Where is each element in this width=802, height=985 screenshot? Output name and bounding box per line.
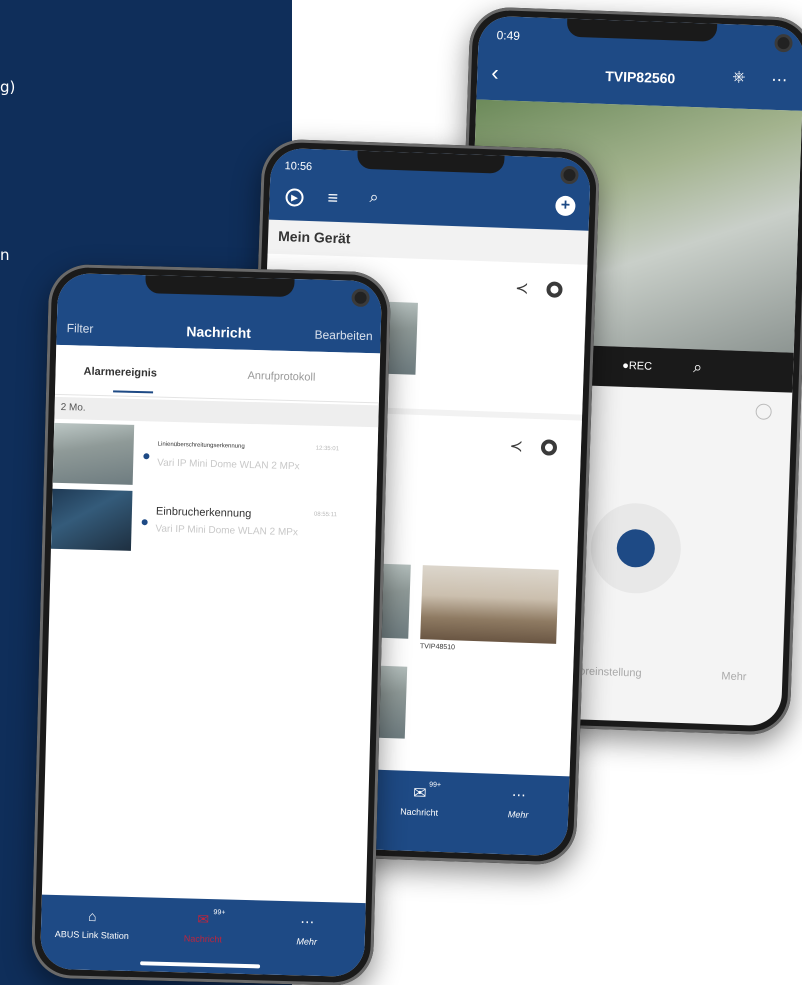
event-thumbnail[interactable] — [50, 488, 133, 551]
more-dots-icon: ⋯ — [511, 786, 527, 803]
edit-button[interactable]: Bearbeiten — [314, 328, 372, 344]
active-tab-indicator — [113, 390, 154, 394]
unread-dot — [143, 453, 150, 460]
close-circle-icon[interactable] — [755, 403, 772, 420]
zoom-search-icon[interactable]: ⌕ — [693, 359, 703, 377]
event-device: Vari IP Mini Dome WLAN 2 MPx — [155, 523, 299, 539]
tab-alarmereignis[interactable]: Alarmereignis — [83, 366, 157, 380]
notification-item[interactable]: Einbrucherkennung 08:55:11 Vari IP Mini … — [50, 486, 377, 560]
nav-label: Nachricht — [399, 806, 439, 818]
nav-mehr[interactable]: ⋯ Mehr — [498, 786, 539, 820]
settings-gear-icon[interactable] — [540, 439, 558, 456]
camera-title: TVIP82560 — [604, 67, 676, 87]
record-button[interactable]: ●REC — [622, 360, 652, 373]
nav-nachricht[interactable]: ✉ 99+ Nachricht — [173, 909, 234, 945]
tab-voreinstellung[interactable]: Voreinstellung — [572, 665, 641, 679]
event-device: Vari IP Mini Dome WLAN 2 MPx — [157, 457, 300, 473]
tab-anrufprotokoll[interactable]: Anrufprotokoll — [247, 370, 315, 384]
add-device-icon[interactable]: + — [555, 195, 576, 217]
camera-thumbnail[interactable] — [420, 565, 559, 644]
list-icon[interactable]: ≡ — [327, 188, 338, 209]
event-time: 08:55:11 — [313, 511, 337, 519]
nav-mehr[interactable]: ⋯ Mehr — [287, 913, 328, 947]
home-indicator — [140, 961, 261, 969]
search-icon[interactable]: ⌕ — [369, 189, 379, 207]
device-name-label: TVIP48510 — [419, 643, 456, 652]
nav-label: Mehr — [296, 936, 318, 947]
background-text-fragment: g) — [0, 78, 16, 96]
settings-gear-icon[interactable] — [546, 281, 563, 298]
phone-front-screen: Filter Nachricht Bearbeiten Alarmereigni… — [39, 272, 383, 978]
ptz-icon[interactable]: ⎈ — [732, 68, 745, 86]
status-time: 10:56 — [284, 160, 313, 174]
tab-bar: Alarmereignis Anrufprotokoll — [54, 344, 381, 404]
nav-label: Nachricht — [183, 933, 222, 945]
phone-front: Filter Nachricht Bearbeiten Alarmereigni… — [30, 263, 392, 985]
event-thumbnail[interactable] — [52, 422, 135, 485]
ptz-joystick[interactable] — [589, 501, 683, 595]
home-icon: ⌂ — [87, 907, 97, 925]
joystick-knob[interactable] — [616, 528, 656, 568]
section-title: Mein Gerät — [277, 227, 351, 247]
event-time: 12:35:01 — [315, 445, 340, 453]
background-text-fragment: n — [0, 246, 10, 264]
share-icon[interactable]: ≺ — [509, 436, 523, 456]
badge-count: 99+ — [213, 909, 226, 917]
more-dots-icon: ⋯ — [300, 913, 315, 930]
more-dots-icon[interactable]: ⋯ — [771, 70, 788, 91]
playback-icon[interactable]: ▶ — [285, 188, 304, 207]
notification-item[interactable]: Linienüberschreitungserkennung 12:35:01 … — [52, 420, 379, 494]
event-title: Linienüberschreitungserkennung — [157, 441, 245, 450]
tab-mehr[interactable]: Mehr — [721, 670, 746, 683]
nav-label: ABUS Link Station — [54, 929, 129, 941]
badge-count: 99+ — [429, 781, 442, 789]
nav-link-station[interactable]: ⌂ ABUS Link Station — [47, 907, 138, 941]
share-icon[interactable]: ≺ — [515, 278, 529, 298]
nav-label: Mehr — [507, 809, 529, 821]
status-time: 0:49 — [496, 28, 521, 43]
event-title: Einbrucherkennung — [155, 505, 252, 521]
date-label: 2 Mo. — [60, 401, 86, 414]
unread-dot — [141, 519, 148, 526]
nav-nachricht[interactable]: ✉ 99+ Nachricht — [394, 782, 445, 818]
phone-front-bottom-nav: ⌂ ABUS Link Station ✉ 99+ Nachricht ⋯ Me… — [39, 894, 366, 978]
